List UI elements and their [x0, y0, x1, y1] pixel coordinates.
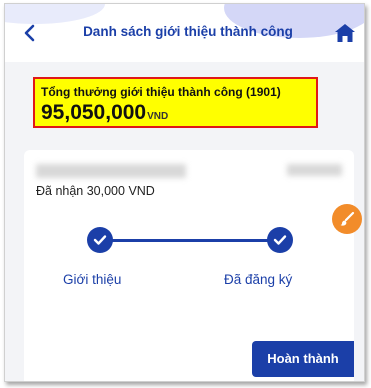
step-registered-label: Đã đăng ký	[224, 272, 293, 287]
home-icon	[335, 24, 355, 42]
referral-name-blurred	[36, 164, 186, 178]
chevron-left-icon	[24, 24, 35, 42]
page-title: Danh sách giới thiệu thành công	[83, 24, 293, 39]
total-reward-amount: 95,050,000VND	[41, 101, 168, 125]
step-registered-dot	[267, 227, 293, 253]
app-frame: Danh sách giới thiệu thành công Tổng thư…	[4, 3, 365, 382]
total-reward-panel: Tổng thưởng giới thiệu thành công (1901)…	[33, 77, 318, 128]
received-amount: Đã nhận 30,000 VND	[36, 184, 155, 198]
header-decoration	[5, 4, 105, 24]
header-bar: Danh sách giới thiệu thành công	[5, 4, 364, 62]
total-reward-label: Tổng thưởng giới thiệu thành công (1901)	[41, 85, 281, 99]
total-reward-value: 95,050,000	[41, 101, 147, 124]
currency-unit: VND	[147, 111, 169, 122]
referral-date-blurred	[287, 164, 342, 176]
progress-line	[100, 239, 280, 242]
check-icon	[93, 235, 107, 245]
home-button[interactable]	[334, 22, 356, 44]
check-icon	[273, 235, 287, 245]
complete-button[interactable]: Hoàn thành	[252, 341, 354, 377]
referral-card: Đã nhận 30,000 VND Giới thiệu Đã đăng ký…	[24, 150, 354, 381]
floating-action-button[interactable]	[332, 204, 362, 234]
step-introduced-dot	[87, 227, 113, 253]
back-button[interactable]	[19, 22, 41, 44]
brush-icon	[340, 211, 355, 226]
step-introduced-label: Giới thiệu	[63, 272, 122, 287]
